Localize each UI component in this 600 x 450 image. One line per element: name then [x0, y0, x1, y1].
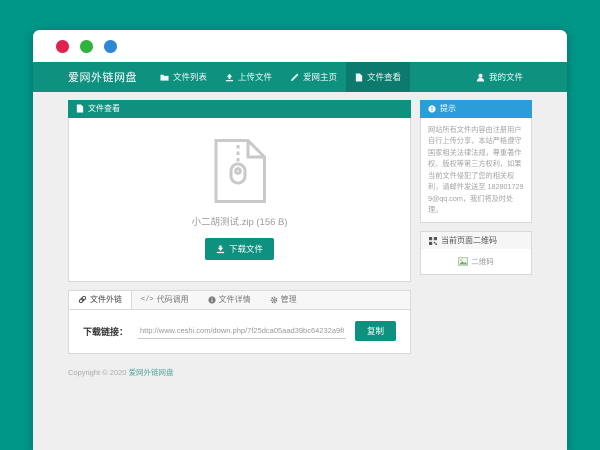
file-icon: [355, 73, 363, 82]
nav-item-label: 文件查看: [367, 71, 401, 83]
hint-panel: 提示 网站所有文件内容由注册用户自行上传分享，本站严格遵守国家相关法律法规，尊重…: [420, 100, 532, 223]
info-icon: [208, 296, 216, 304]
zip-file-icon: [211, 138, 269, 204]
navbar: 爱网外链网盘 文件列表 上传文件 爱网主页 文件查看: [33, 62, 567, 92]
copyright-footer: Copyright © 2020 爱网外链网盘: [68, 367, 411, 378]
tab-bar: 文件外链 </> 代码调用 文件详情: [68, 290, 411, 309]
browser-window: 爱网外链网盘 文件列表 上传文件 爱网主页 文件查看: [33, 30, 567, 450]
hint-title: 提示: [440, 104, 456, 114]
tab-manage[interactable]: 管理: [261, 291, 307, 309]
download-link-label: 下载链接：: [83, 325, 128, 338]
footer-site-link[interactable]: 爱网外链网盘: [129, 368, 174, 377]
download-button-label: 下载文件: [229, 243, 263, 255]
gear-icon: [270, 296, 278, 304]
window-maximize-dot[interactable]: [104, 40, 117, 53]
sidebar: 提示 网站所有文件内容由注册用户自行上传分享，本站严格遵守国家相关法律法规，尊重…: [420, 100, 532, 378]
qrcode-icon: [429, 237, 437, 245]
alert-icon: [428, 105, 436, 113]
file-view-panel-header: 文件查看: [68, 100, 411, 118]
download-link-input[interactable]: [138, 323, 346, 339]
qr-panel-header: 当前页面二维码: [420, 231, 532, 250]
nav-item-file-view[interactable]: 文件查看: [346, 62, 410, 92]
window-minimize-dot[interactable]: [80, 40, 93, 53]
folder-icon: [160, 73, 169, 82]
nav-item-label: 文件列表: [173, 71, 207, 83]
copyright-text: Copyright © 2020: [68, 368, 129, 377]
file-link-panel: 文件外链 </> 代码调用 文件详情: [68, 290, 411, 354]
tab-code-embed[interactable]: </> 代码调用: [132, 291, 199, 309]
window-titlebar: [33, 30, 567, 62]
tab-label: 文件详情: [219, 294, 251, 305]
nav-item-my-files[interactable]: 我的文件: [467, 62, 532, 92]
site-brand[interactable]: 爱网外链网盘: [68, 69, 137, 85]
broken-image-icon: [458, 257, 468, 266]
link-icon: [78, 295, 87, 304]
qr-alt-text: 二维码: [471, 256, 494, 267]
file-view-body: 小二胡测试.zip (156 B) 下载文件: [68, 118, 411, 282]
nav-item-label: 我的文件: [489, 71, 523, 83]
code-icon: </>: [141, 296, 154, 304]
nav-item-upload-file[interactable]: 上传文件: [216, 62, 281, 92]
file-icon: [76, 104, 84, 113]
download-icon: [216, 245, 225, 254]
tab-label: 管理: [281, 294, 297, 305]
window-close-dot[interactable]: [56, 40, 69, 53]
file-link-tab-content: 下载链接： 复制: [68, 309, 411, 354]
user-icon: [476, 73, 485, 82]
nav-item-label: 上传文件: [238, 71, 272, 83]
pencil-icon: [290, 73, 299, 82]
nav-item-label: 爱网主页: [303, 71, 337, 83]
qr-code-placeholder: 二维码: [420, 249, 532, 275]
navbar-spacer: [410, 62, 467, 92]
main-column: 文件查看 小二胡测试.zip (156 B): [68, 100, 411, 378]
download-file-button[interactable]: 下载文件: [205, 238, 274, 260]
tab-label: 文件外链: [90, 294, 122, 305]
file-name: 小二胡测试.zip (156 B): [191, 214, 287, 228]
file-view-panel: 文件查看 小二胡测试.zip (156 B): [68, 100, 411, 282]
hint-text: 网站所有文件内容由注册用户自行上传分享，本站严格遵守国家相关法律法规，尊重著作权…: [420, 118, 532, 223]
tab-label: 代码调用: [157, 294, 189, 305]
qr-code-panel: 当前页面二维码 二维码: [420, 231, 532, 276]
panel-title: 文件查看: [88, 104, 120, 114]
nav-item-file-list[interactable]: 文件列表: [151, 62, 216, 92]
tab-file-details[interactable]: 文件详情: [199, 291, 261, 309]
tab-file-link[interactable]: 文件外链: [69, 291, 132, 309]
page-content: 文件查看 小二胡测试.zip (156 B): [33, 92, 567, 378]
copy-button[interactable]: 复制: [355, 321, 396, 341]
qr-panel-title: 当前页面二维码: [441, 236, 497, 246]
nav-item-site-home[interactable]: 爱网主页: [281, 62, 346, 92]
upload-icon: [225, 73, 234, 82]
hint-panel-header: 提示: [420, 100, 532, 118]
